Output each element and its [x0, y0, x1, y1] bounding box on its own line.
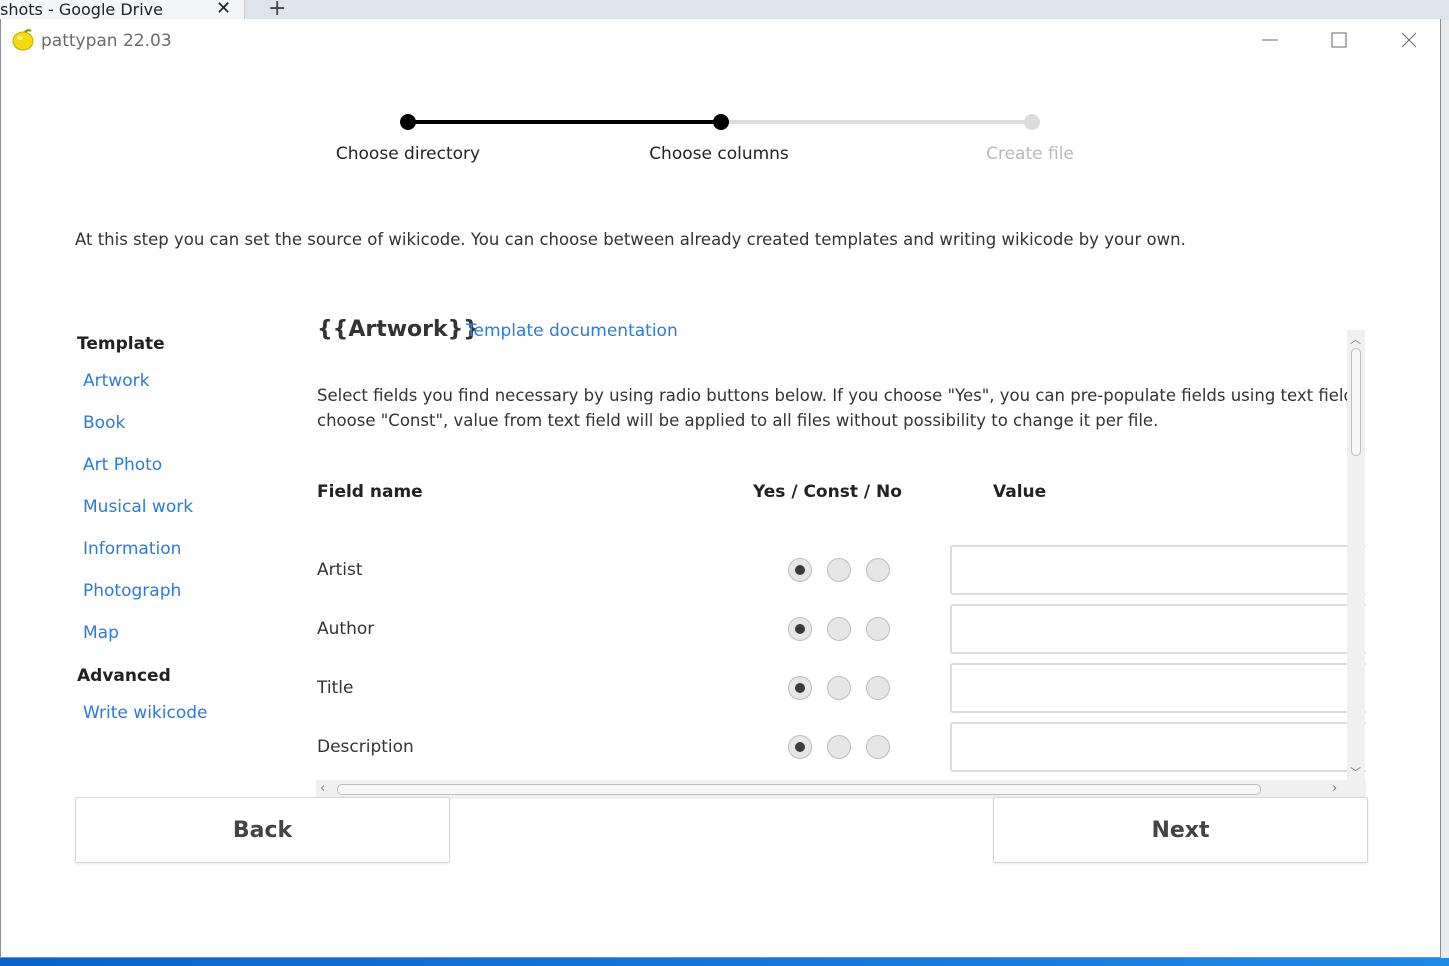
scroll-right-icon[interactable]: ›: [1332, 781, 1337, 796]
field-name: Author: [317, 619, 375, 639]
step-dot-columns: [713, 114, 729, 130]
sidebar-item-art-photo[interactable]: Art Photo: [83, 454, 162, 476]
scroll-up-icon[interactable]: ︿: [1350, 331, 1361, 347]
const-radio[interactable]: [827, 676, 851, 700]
next-button[interactable]: Next: [993, 797, 1368, 863]
field-row-title: Title: [316, 662, 1366, 714]
stepper-progress-pending: [721, 120, 1032, 124]
horizontal-scroll-thumb[interactable]: [337, 784, 1261, 795]
step-dot-directory: [400, 114, 416, 130]
intro-text: At this step you can set the source of w…: [75, 230, 1186, 249]
value-input[interactable]: [950, 722, 1366, 772]
field-row-artist: Artist: [316, 544, 1366, 596]
const-radio[interactable]: [827, 735, 851, 759]
no-radio[interactable]: [866, 735, 890, 759]
step-dot-create-file: [1024, 114, 1040, 130]
scroll-down-icon[interactable]: ﹀: [1350, 764, 1361, 780]
template-heading: Template: [77, 334, 165, 354]
field-row-description: Description: [316, 721, 1366, 773]
field-row-author: Author: [316, 603, 1366, 655]
advanced-heading: Advanced: [77, 666, 171, 686]
vertical-scrollbar[interactable]: ︿ ﹀: [1347, 330, 1365, 780]
value-input[interactable]: [950, 663, 1366, 713]
step-label-create-file: Create file: [986, 144, 1074, 164]
yes-radio[interactable]: [788, 676, 812, 700]
step-label-columns: Choose columns: [649, 144, 789, 164]
stepper-progress-done: [408, 120, 721, 124]
field-name: Artist: [317, 560, 363, 580]
sidebar-item-book[interactable]: Book: [83, 412, 125, 434]
step-label-directory: Choose directory: [335, 144, 481, 164]
yes-radio[interactable]: [788, 735, 812, 759]
back-button[interactable]: Back: [75, 797, 450, 863]
sidebar-item-map[interactable]: Map: [83, 622, 119, 644]
sidebar-item-musical-work[interactable]: Musical work: [83, 496, 193, 518]
sidebar-item-artwork[interactable]: Artwork: [83, 370, 149, 392]
template-documentation-link[interactable]: Template documentation: [466, 320, 678, 342]
value-input[interactable]: [950, 545, 1366, 595]
no-radio[interactable]: [866, 558, 890, 582]
vertical-scroll-thumb[interactable]: [1351, 348, 1361, 456]
yes-radio[interactable]: [788, 617, 812, 641]
const-radio[interactable]: [827, 558, 851, 582]
column-header-options: Yes / Const / No: [753, 482, 902, 502]
column-header-value: Value: [993, 482, 1047, 502]
sidebar-item-write-wikicode[interactable]: Write wikicode: [83, 702, 207, 724]
no-radio[interactable]: [866, 676, 890, 700]
column-header-field-name: Field name: [317, 482, 423, 502]
value-input[interactable]: [950, 604, 1366, 654]
field-name: Description: [317, 737, 414, 757]
const-radio[interactable]: [827, 617, 851, 641]
template-fields-panel: {{Artwork}} Template documentation Selec…: [316, 310, 1366, 780]
scroll-left-icon[interactable]: ‹: [320, 781, 325, 796]
no-radio[interactable]: [866, 617, 890, 641]
wizard-stepper: Choose directory Choose columns Create f…: [0, 0, 1449, 200]
yes-radio[interactable]: [788, 558, 812, 582]
taskbar: [0, 958, 1449, 966]
sidebar-item-photograph[interactable]: Photograph: [83, 580, 181, 602]
sidebar-item-information[interactable]: Information: [83, 538, 181, 560]
field-name: Title: [317, 678, 354, 698]
template-description: Select fields you find necessary by usin…: [317, 386, 1366, 430]
template-title: {{Artwork}}: [317, 317, 479, 342]
